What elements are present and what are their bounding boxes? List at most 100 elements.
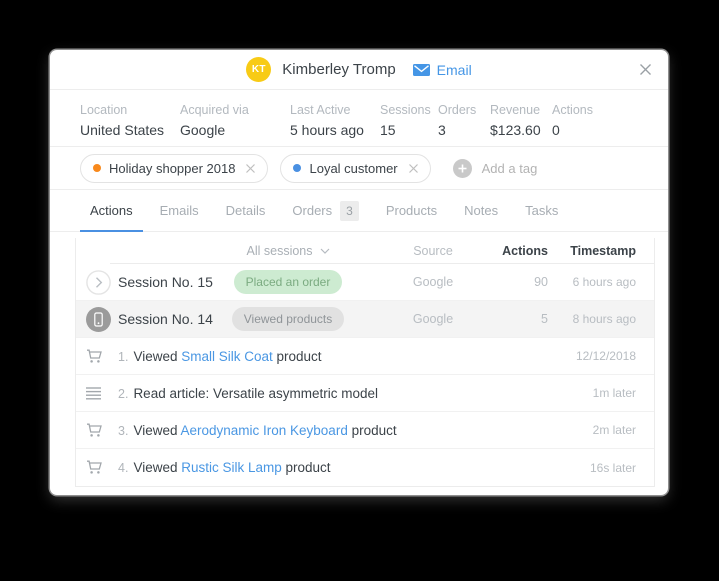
event-description: 2. Read article: Versatile asymmetric mod… [118,386,526,401]
event-text-pre: Read article: Versatile asymmetric model [133,385,379,401]
email-label: Email [436,61,472,78]
cart-icon [86,460,118,475]
event-description: 3. Viewed Aerodynamic Iron Keyboard produ… [118,423,526,438]
stat-sessions: Sessions 15 [380,103,438,146]
tab-label: Actions [90,203,133,218]
event-number: 4. [118,461,129,475]
close-icon [639,64,651,75]
event-text-pre: Viewed [133,422,181,438]
session-timestamp: 8 hours ago [572,312,636,326]
add-tag-button[interactable]: Add a tag [452,158,538,178]
session-row-15[interactable]: Session No. 15 Placed an order Google 90… [76,264,654,301]
cart-icon [86,349,118,364]
tag-holiday-shopper-2018: Holiday shopper 2018 [80,153,269,183]
orders-count-badge: 3 [340,200,359,221]
column-header-source: Source [413,244,453,258]
table-header-row: All sessions Source Actions Timestamp [76,238,654,264]
event-number: 3. [118,423,129,438]
tab-label: Orders [292,203,333,218]
stat-label: Location [80,103,128,117]
column-header-timestamp: Timestamp [570,244,636,258]
stat-value: 0 [552,122,560,138]
session-actions-count: 5 [541,312,548,326]
stat-value: 5 hours ago [290,122,364,138]
stat-value: 15 [380,122,396,138]
event-text-post: product [347,422,397,438]
session-source: Google [412,275,454,289]
event-text-pre: Viewed [133,348,182,364]
event-timestamp: 2m later [592,423,636,437]
stat-orders: Orders 3 [438,103,490,146]
event-row: 1. Viewed Small Silk Coat product 12/12/2… [76,338,654,375]
close-button[interactable] [636,61,654,79]
customer-profile-modal: KT Kimberley Tromp Email Location United… [50,50,668,495]
cart-icon [86,423,118,438]
event-timestamp: 1m later [592,386,636,400]
session-actions-count: 90 [534,275,548,289]
event-timestamp: 12/12/2018 [575,349,636,363]
tag-color-dot [293,164,302,172]
stats-bar: Location United States Acquired via Goog… [50,90,668,147]
event-description: 1. Viewed Small Silk Coat product [118,349,526,364]
stat-value: 3 [438,122,446,138]
session-timestamp: 6 hours ago [572,275,636,289]
session-filter-dropdown[interactable]: All sessions [247,244,330,258]
tags-bar: Holiday shopper 2018 Loyal customer Add … [50,147,668,190]
session-filter-label: All sessions [246,244,313,258]
avatar: KT [246,57,272,82]
stat-acquired-via: Acquired via Google [180,103,290,146]
event-text-post: product [281,460,331,475]
product-link[interactable]: Small Silk Coat [181,349,273,364]
expand-chevron-icon[interactable] [86,269,118,295]
event-number: 2. [118,386,129,401]
session-source: Google [412,312,454,326]
remove-tag-icon[interactable] [246,163,256,173]
stat-last-active: Last Active 5 hours ago [290,103,380,146]
product-link[interactable]: Aerodynamic Iron Keyboard [180,423,347,438]
stat-value: Google [180,122,226,138]
modal-header: KT Kimberley Tromp Email [50,50,668,90]
stat-label: Last Active [290,103,351,117]
tag-color-dot [93,164,101,172]
chevron-down-icon [320,248,330,254]
tab-label: Notes [464,203,499,218]
status-badge: Viewed products [231,307,345,331]
tab-notes[interactable]: Notes [454,190,508,231]
article-list-icon [86,386,118,400]
event-timestamp: 16s later [589,460,636,475]
stat-location: Location United States [80,103,180,146]
event-description: 4. Viewed Rustic Silk Lamp product [118,460,526,475]
session-row-14[interactable]: Session No. 14 Viewed products Google 5 … [76,301,654,338]
tag-label: Holiday shopper 2018 [109,160,236,176]
email-link[interactable]: Email [412,61,472,78]
tab-orders[interactable]: Orders 3 [282,190,368,231]
session-title: Session No. 15 [118,274,213,290]
tab-label: Emails [159,203,199,218]
tab-details[interactable]: Details [216,190,276,231]
add-tag-label: Add a tag [481,160,538,176]
tab-products[interactable]: Products [376,190,447,231]
status-badge: Placed an order [233,270,343,294]
product-link[interactable]: Rustic Silk Lamp [181,460,282,475]
tag-loyal-customer: Loyal customer [280,153,431,183]
event-number: 1. [118,349,129,364]
stat-label: Sessions [380,103,431,117]
tab-tasks[interactable]: Tasks [515,190,568,231]
stat-actions: Actions 0 [552,103,612,146]
event-text-pre: Viewed [133,460,182,475]
tab-emails[interactable]: Emails [150,190,209,231]
mobile-device-icon [86,306,118,332]
actions-table: All sessions Source Actions Timestamp Se… [75,238,655,487]
email-icon [412,63,430,76]
remove-tag-icon[interactable] [408,163,418,173]
event-row: 2. Read article: Versatile asymmetric mod… [76,375,654,412]
tab-label: Details [225,203,266,218]
event-row: 3. Viewed Aerodynamic Iron Keyboard produ… [76,412,654,449]
tab-label: Products [385,203,438,218]
stat-label: Revenue [490,103,541,117]
stat-label: Acquired via [180,103,249,117]
tab-label: Tasks [525,203,559,218]
stat-value: United States [80,122,165,138]
tab-actions[interactable]: Actions [80,190,143,232]
plus-icon [452,158,472,178]
